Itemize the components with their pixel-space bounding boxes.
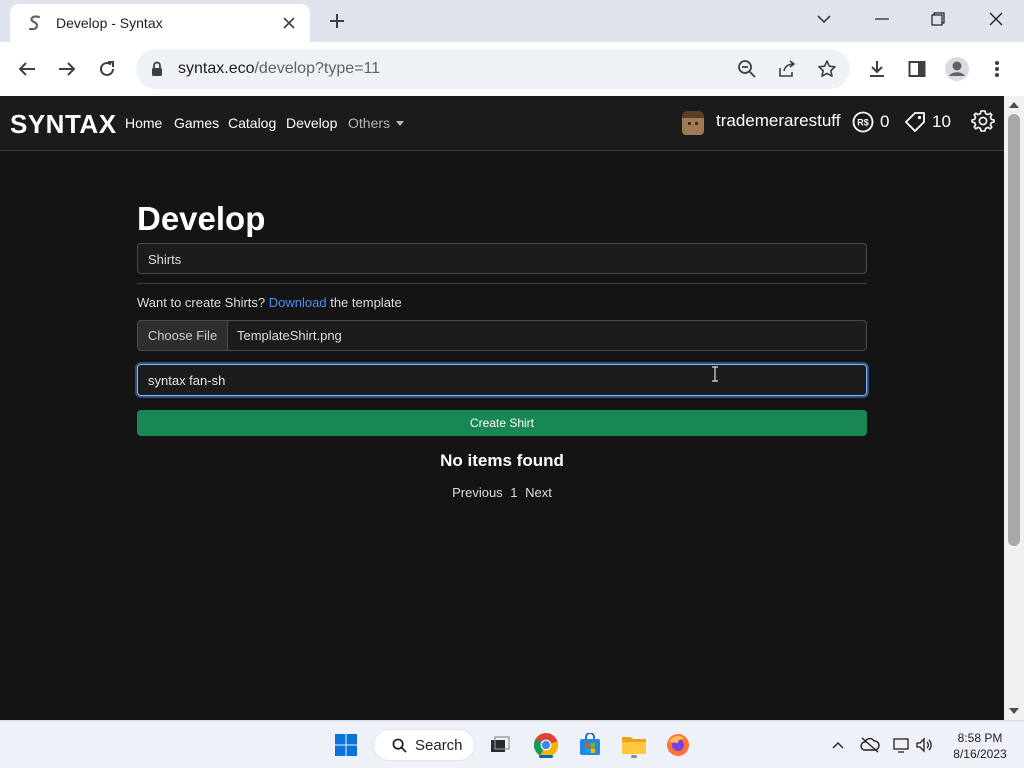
avatar-eye	[695, 122, 698, 125]
url-path: /develop?type=11	[254, 60, 381, 77]
close-window-button[interactable]	[968, 0, 1024, 38]
tickets-count: 10	[932, 112, 951, 131]
nav-others-label: Others	[348, 115, 391, 131]
nav-catalog-link[interactable]: Catalog	[228, 115, 276, 131]
system-clock[interactable]: 8:58 PM 8/16/2023	[944, 730, 1016, 762]
tab-title: Develop - Syntax	[56, 15, 163, 31]
url-host: syntax.eco	[178, 60, 255, 77]
minimize-window-button[interactable]	[854, 0, 910, 38]
bookmark-star-icon[interactable]	[814, 57, 840, 81]
chrome-app-icon[interactable]	[530, 729, 562, 761]
volume-icon[interactable]	[912, 733, 936, 757]
tickets-balance[interactable]: 10	[904, 110, 951, 134]
asset-name-input[interactable]	[137, 364, 867, 396]
svg-text:R$: R$	[857, 118, 869, 128]
open-app-indicator	[631, 755, 637, 758]
show-hidden-icons-chevron-icon[interactable]	[826, 733, 850, 757]
download-template-link[interactable]: Download	[269, 295, 327, 310]
forward-arrow-icon[interactable]	[52, 54, 82, 84]
browser-toolbar: syntax.eco/develop?type=11	[0, 42, 1024, 96]
robux-balance[interactable]: R$ 0	[852, 110, 889, 134]
network-icon[interactable]	[890, 733, 914, 757]
hint-suffix: the template	[330, 295, 402, 310]
onedrive-offline-icon[interactable]	[858, 733, 882, 757]
page-scrollbar[interactable]	[1004, 96, 1024, 720]
windows-start-icon[interactable]	[330, 729, 362, 761]
scroll-up-arrow-icon[interactable]	[1009, 102, 1019, 108]
caret-down-icon	[396, 121, 405, 126]
search-icon	[392, 738, 407, 753]
page-title: Develop	[137, 200, 266, 237]
pager-previous[interactable]: Previous	[452, 485, 503, 500]
robux-count: 0	[880, 112, 890, 131]
nav-home-link[interactable]: Home	[125, 115, 162, 131]
create-shirt-button[interactable]: Create Shirt	[137, 410, 867, 436]
active-app-indicator	[539, 755, 553, 758]
settings-gear-icon[interactable]	[971, 109, 995, 133]
hint-prefix: Want to create Shirts?	[137, 295, 266, 310]
restore-window-button[interactable]	[910, 0, 966, 38]
nav-others-dropdown[interactable]: Others	[348, 115, 405, 131]
menu-kebab-icon[interactable]	[982, 54, 1012, 84]
scroll-down-arrow-icon[interactable]	[1009, 708, 1019, 714]
close-tab-icon[interactable]	[278, 12, 300, 34]
username-link[interactable]: trademerarestuff	[716, 111, 840, 131]
file-explorer-icon[interactable]	[618, 729, 650, 761]
selected-file-name: TemplateShirt.png	[237, 328, 342, 343]
avatar-eye	[688, 122, 691, 125]
side-panel-icon[interactable]	[902, 54, 932, 84]
download-icon[interactable]	[862, 54, 892, 84]
firefox-icon[interactable]	[662, 729, 694, 761]
user-avatar[interactable]	[682, 111, 704, 135]
nav-develop-link[interactable]: Develop	[286, 115, 337, 131]
brand-logo[interactable]: SYNTAX	[10, 109, 117, 140]
microsoft-store-icon[interactable]	[574, 729, 606, 761]
windows-taskbar: Search 8:58 PM 8/16/2023	[0, 720, 1024, 768]
clock-date: 8/16/2023	[953, 747, 1007, 761]
ticket-icon	[905, 112, 925, 132]
url-text: syntax.eco/develop?type=11	[178, 60, 380, 78]
scroll-thumb[interactable]	[1008, 114, 1020, 546]
file-upload-field[interactable]: Choose File TemplateShirt.png	[137, 320, 867, 351]
page-viewport: SYNTAX Home Games Catalog Develop Others…	[0, 96, 1004, 720]
pager-next[interactable]: Next	[525, 485, 552, 500]
task-view-icon[interactable]	[484, 729, 516, 761]
new-tab-button[interactable]	[322, 7, 352, 35]
reload-icon[interactable]	[92, 54, 122, 84]
zoom-icon[interactable]	[734, 57, 760, 81]
tab-search-chevron-icon[interactable]	[796, 0, 852, 38]
template-hint: Want to create Shirts? Download the temp…	[137, 295, 402, 310]
empty-state-text: No items found	[440, 451, 564, 470]
syntax-favicon-icon	[26, 14, 44, 32]
address-bar[interactable]: syntax.eco/develop?type=11	[136, 49, 850, 89]
pagination: Previous 1 Next	[137, 485, 867, 500]
site-navbar: SYNTAX Home Games Catalog Develop Others…	[0, 96, 1004, 151]
choose-file-button[interactable]: Choose File	[138, 321, 228, 350]
divider	[137, 283, 867, 284]
nav-games-link[interactable]: Games	[174, 115, 219, 131]
back-arrow-icon[interactable]	[12, 54, 42, 84]
share-icon[interactable]	[774, 57, 800, 81]
text-cursor-icon	[712, 366, 718, 382]
clock-time: 8:58 PM	[957, 731, 1003, 745]
tab-strip: Develop - Syntax	[0, 0, 1024, 42]
pager-current-page[interactable]: 1	[510, 485, 517, 500]
taskbar-search[interactable]: Search	[373, 729, 475, 761]
taskbar-search-label: Search	[415, 736, 463, 754]
asset-type-select[interactable]: Shirts	[137, 243, 867, 274]
profile-icon[interactable]	[942, 54, 972, 84]
lock-icon[interactable]	[148, 60, 166, 78]
robux-icon: R$	[852, 111, 874, 133]
browser-tab[interactable]: Develop - Syntax	[10, 4, 310, 42]
